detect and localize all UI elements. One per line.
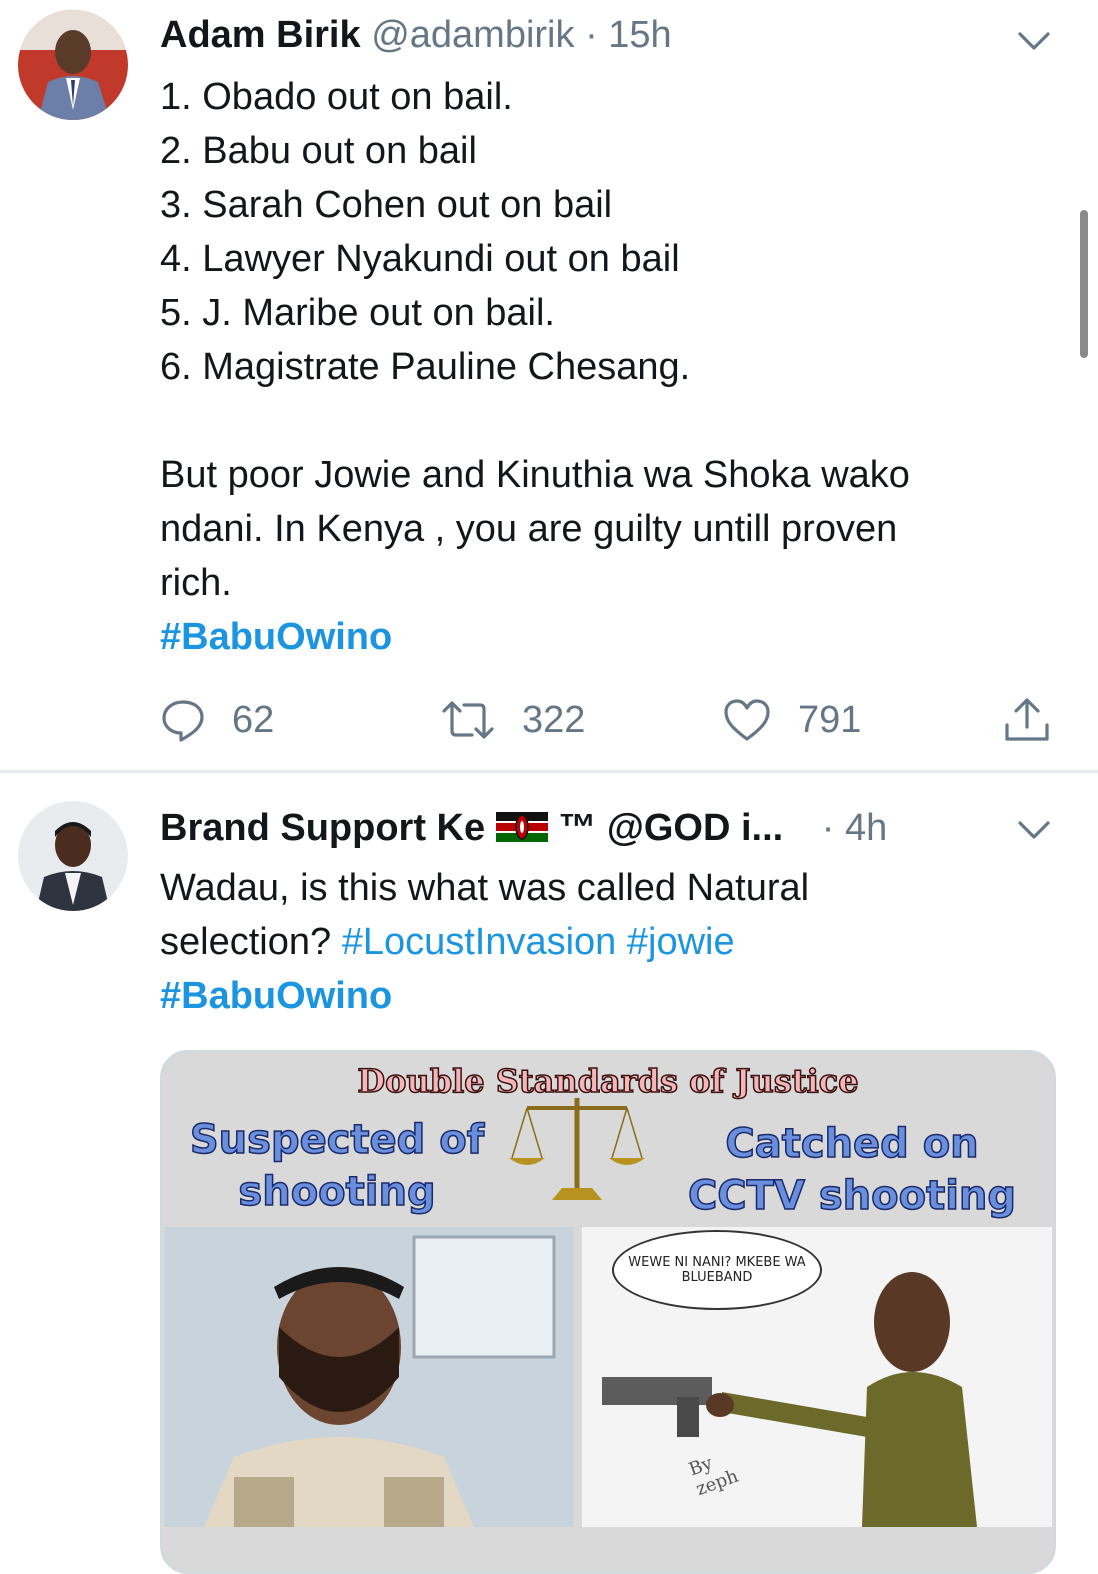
text-line: rich.: [160, 562, 232, 604]
hashtag-link[interactable]: #BabuOwino: [160, 610, 910, 664]
reply-count: 62: [232, 698, 275, 741]
left-photo: [164, 1227, 574, 1527]
text-line: 5. J. Maribe out on bail.: [160, 292, 555, 334]
text-fragment: selection?: [160, 921, 332, 963]
right-caption: Catched on CCTV shooting: [662, 1118, 1042, 1222]
tweet-1[interactable]: Adam Birik @adambirik · 15h 1. Obado out…: [0, 0, 1098, 773]
caption-line: Suspected of: [189, 1116, 485, 1164]
tweet-media-image[interactable]: Double Standards of Justice Suspected of…: [160, 1050, 1056, 1574]
author-name[interactable]: Adam Birik: [160, 14, 361, 56]
tweet-1-header: Adam Birik @adambirik · 15h: [160, 14, 672, 57]
kenya-flag-icon: [495, 812, 548, 842]
tweet-2[interactable]: Brand Support Ke ™ @GOD i... · 4h Wadau,…: [0, 773, 1098, 1574]
text-line: Wadau, is this what was called Natural: [160, 867, 810, 909]
tweet-2-header: Brand Support Ke ™ @GOD i... · 4h: [160, 807, 887, 850]
text-line: 6. Magistrate Pauline Chesang.: [160, 346, 691, 388]
like-count: 791: [798, 698, 862, 741]
text-line: ndani. In Kenya , you are guilty untill …: [160, 508, 898, 550]
text-line: 3. Sarah Cohen out on bail: [160, 184, 613, 226]
chevron-down-icon[interactable]: [1016, 22, 1052, 58]
speech-bubble: WEWE NI NANI? MKEBE WA BLUEBAND: [612, 1230, 822, 1310]
heart-icon: [724, 699, 770, 741]
scrollbar[interactable]: [1080, 210, 1088, 358]
text-line: 2. Babu out on bail: [160, 130, 477, 172]
chevron-down-icon[interactable]: [1016, 811, 1052, 847]
tweet-actions: 62 322 791: [160, 690, 1060, 750]
timestamp[interactable]: 15h: [608, 14, 671, 56]
left-caption: Suspected of shooting: [182, 1114, 492, 1218]
author-name[interactable]: Brand Support Ke: [160, 807, 485, 849]
caption-line: shooting: [238, 1168, 437, 1216]
author-handle[interactable]: @GOD i...: [607, 807, 783, 849]
text-line: selection? #LocustInvasion #jowie: [160, 915, 809, 969]
timestamp[interactable]: 4h: [845, 807, 887, 849]
caption-line: CCTV shooting: [687, 1172, 1017, 1220]
text-line: 4. Lawyer Nyakundi out on bail: [160, 238, 680, 280]
hashtag-link[interactable]: #jowie: [627, 921, 735, 963]
scales-of-justice-icon: [509, 1098, 645, 1200]
avatar-adam-birik[interactable]: [18, 10, 128, 120]
trademark-symbol: ™: [558, 807, 597, 849]
tweet-2-text: Wadau, is this what was called Natural s…: [160, 861, 809, 1023]
author-handle[interactable]: @adambirik: [371, 14, 574, 56]
hashtag-link[interactable]: #LocustInvasion: [342, 921, 617, 963]
tweet-1-text: 1. Obado out on bail. 2. Babu out on bai…: [160, 70, 910, 664]
share-button[interactable]: [1002, 690, 1078, 750]
retweet-icon: [442, 701, 494, 739]
retweet-button[interactable]: 322: [440, 690, 585, 750]
reply-icon: [162, 700, 204, 742]
caption-line: Catched on: [725, 1120, 980, 1168]
retweet-count: 322: [522, 698, 586, 741]
like-button[interactable]: 791: [722, 690, 861, 750]
time-separator: ·: [585, 14, 598, 56]
text-line: 1. Obado out on bail.: [160, 76, 513, 118]
avatar-brand-support-ke[interactable]: [18, 801, 128, 911]
text-line-blank: [160, 394, 910, 448]
time-separator: ·: [821, 807, 835, 849]
share-icon: [1005, 698, 1049, 741]
reply-button[interactable]: 62: [160, 690, 274, 750]
hashtag-link[interactable]: #BabuOwino: [160, 969, 809, 1023]
text-line: But poor Jowie and Kinuthia wa Shoka wak…: [160, 454, 910, 496]
